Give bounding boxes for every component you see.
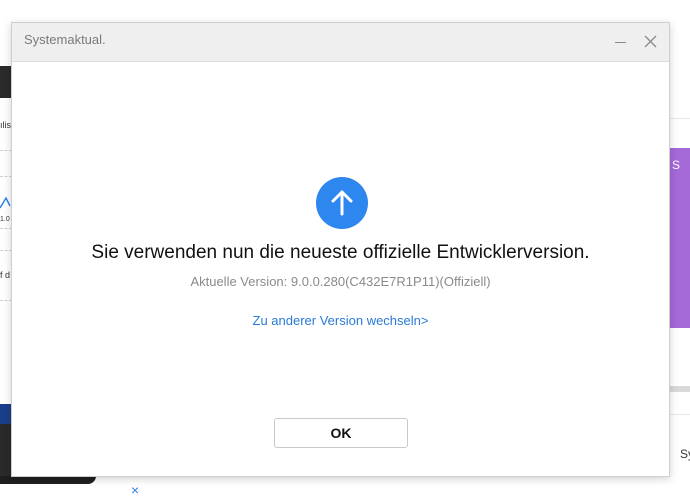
switch-version-link[interactable]: Zu anderer Version wechseln> — [12, 313, 669, 328]
minimize-icon[interactable] — [612, 33, 630, 51]
background-right-text: Sy — [680, 447, 690, 461]
arrow-up-icon — [316, 177, 368, 229]
background-right-purple-panel: S — [670, 148, 690, 328]
close-icon[interactable] — [642, 33, 660, 51]
background-left-bottom-bar — [0, 476, 96, 484]
dialog-title: Systemaktual. — [24, 32, 106, 47]
background-left-text: ılis — [0, 120, 11, 130]
current-version-text: Aktuelle Version: 9.0.0.280(C432E7R1P11)… — [190, 274, 491, 289]
background-right-purple-text: S — [672, 158, 681, 172]
ok-button[interactable]: OK — [274, 418, 408, 448]
status-headline: Sie verwenden nun die neueste offizielle… — [91, 242, 590, 263]
background-left-text: f d — [0, 270, 11, 280]
background-left-text: 1.0 — [0, 216, 10, 223]
background-right-divider — [670, 118, 690, 119]
background-close-icon[interactable]: × — [131, 483, 139, 497]
dialog-titlebar: Systemaktual. — [12, 23, 669, 62]
background-right-scrollbar — [670, 386, 690, 392]
system-update-dialog: Systemaktual. Sie verwenden nun die neue… — [11, 22, 670, 477]
background-right-divider — [670, 414, 690, 415]
